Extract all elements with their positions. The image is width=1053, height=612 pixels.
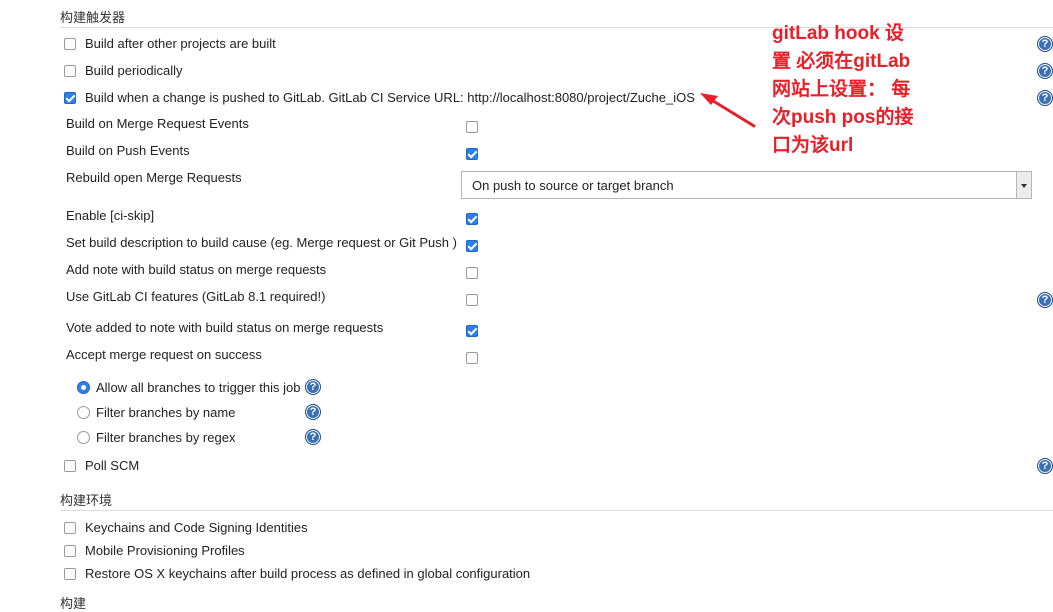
section-title-triggers: 构建触发器	[60, 10, 126, 25]
help-icon[interactable]: ?	[1037, 63, 1053, 79]
help-icon[interactable]: ?	[305, 379, 321, 395]
annotation-note: gitLab hook 设置 必须在gitLab 网站上设置： 每次push p…	[772, 23, 914, 156]
option-label-merge-request-events: Build on Merge Request Events	[66, 116, 249, 131]
ci-skip-checkbox[interactable]	[466, 213, 478, 225]
filter-by-name-radio[interactable]	[77, 406, 90, 419]
build-periodically-label: Build periodically	[85, 63, 183, 78]
build-periodically-checkbox[interactable]	[64, 65, 76, 77]
help-icon[interactable]: ?	[1037, 292, 1053, 308]
build-after-other-label: Build after other projects are built	[85, 36, 276, 51]
add-note-checkbox[interactable]	[466, 267, 478, 279]
option-label-rebuild-open-mr: Rebuild open Merge Requests	[66, 170, 242, 185]
chevron-down-icon	[1016, 172, 1031, 198]
option-label-ci-skip: Enable [ci-skip]	[66, 208, 155, 223]
allow-all-branches-radio[interactable]	[77, 381, 90, 394]
provisioning-profiles-checkbox[interactable]	[64, 545, 76, 557]
build-on-gitlab-push-label: Build when a change is pushed to GitLab.…	[85, 90, 695, 105]
accept-mr-checkbox[interactable]	[466, 352, 478, 364]
allow-all-branches-label: Allow all branches to trigger this job	[96, 380, 301, 395]
section-title-environment: 构建环境	[60, 493, 113, 508]
keychains-checkbox[interactable]	[64, 522, 76, 534]
gitlab-ci-features-checkbox[interactable]	[466, 294, 478, 306]
option-label-push-events: Build on Push Events	[66, 143, 190, 158]
merge-request-events-checkbox[interactable]	[466, 121, 478, 133]
rebuild-select-value: On push to source or target branch	[472, 178, 674, 193]
option-label-add-note: Add note with build status on merge requ…	[66, 262, 327, 277]
option-label-vote-note: Vote added to note with build status on …	[66, 320, 384, 335]
section-title-build: 构建	[60, 596, 87, 611]
help-icon[interactable]: ?	[1037, 36, 1053, 52]
push-events-checkbox[interactable]	[466, 148, 478, 160]
help-icon[interactable]: ?	[305, 404, 321, 420]
build-after-other-checkbox[interactable]	[64, 38, 76, 50]
filter-by-regex-radio[interactable]	[77, 431, 90, 444]
filter-by-name-label: Filter branches by name	[96, 405, 236, 420]
help-icon[interactable]: ?	[1037, 458, 1053, 474]
annotation-arrow	[700, 93, 756, 128]
build-on-gitlab-push-checkbox[interactable]	[64, 92, 76, 104]
section-divider	[60, 510, 1053, 511]
poll-scm-checkbox[interactable]	[64, 460, 76, 472]
restore-keychains-label: Restore OS X keychains after build proce…	[85, 566, 531, 581]
vote-note-checkbox[interactable]	[466, 325, 478, 337]
rebuild-open-mr-select[interactable]: On push to source or target branch	[461, 171, 1032, 199]
help-icon[interactable]: ?	[1037, 90, 1053, 106]
build-description-checkbox[interactable]	[466, 240, 478, 252]
provisioning-profiles-label: Mobile Provisioning Profiles	[85, 543, 245, 558]
keychains-label: Keychains and Code Signing Identities	[85, 520, 308, 535]
filter-by-regex-label: Filter branches by regex	[96, 430, 236, 445]
option-label-accept-mr: Accept merge request on success	[66, 347, 262, 362]
help-icon[interactable]: ?	[305, 429, 321, 445]
poll-scm-label: Poll SCM	[85, 458, 140, 473]
option-label-gitlab-ci-features: Use GitLab CI features (GitLab 8.1 requi…	[66, 289, 326, 304]
option-label-build-description: Set build description to build cause (eg…	[66, 235, 457, 250]
restore-keychains-checkbox[interactable]	[64, 568, 76, 580]
